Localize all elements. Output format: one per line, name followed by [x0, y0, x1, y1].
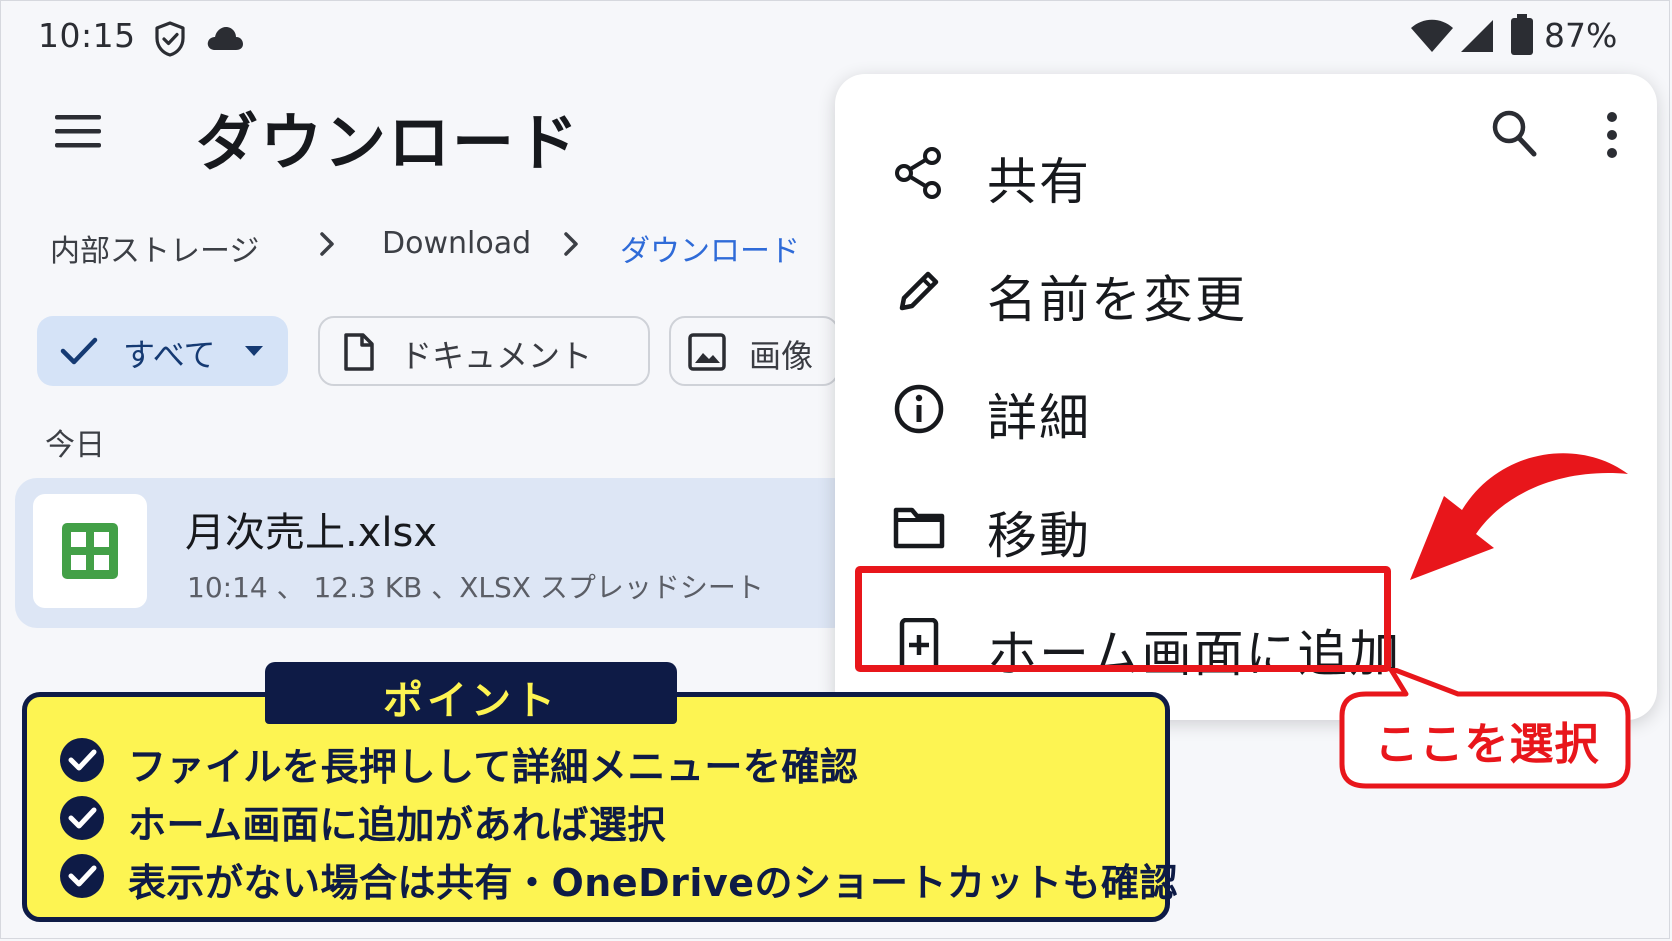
menu-item-details-label: 詳細: [987, 389, 1091, 447]
file-name: 月次売上.xlsx: [185, 510, 438, 556]
filter-chip-documents[interactable]: ドキュメント: [318, 316, 650, 386]
cloud-icon: [207, 27, 243, 50]
share-icon: [895, 147, 941, 199]
point-title: ポイント: [383, 678, 559, 724]
menu-item-rename[interactable]: 名前を変更: [835, 242, 1355, 338]
point-item-text: ホーム画面に追加があれば選択: [128, 803, 666, 847]
highlight-box: [855, 566, 1391, 672]
dropdown-arrow-icon: [245, 346, 263, 356]
check-icon: [60, 337, 98, 365]
pencil-icon: [899, 271, 939, 311]
menu-item-details[interactable]: 詳細: [835, 360, 1355, 456]
file-metadata: 10:14 、 12.3 KB 、XLSX スプレッドシート: [187, 571, 764, 604]
filter-chip-all-label: すべて: [123, 336, 216, 374]
point-item-text: ファイルを長押しして詳細メニューを確認: [128, 745, 859, 789]
check-circle-icon: [60, 738, 104, 782]
shield-check-icon: [155, 21, 185, 57]
breadcrumb-item-internal-storage[interactable]: 内部ストレージ: [50, 226, 259, 270]
battery-percentage: 87%: [1544, 16, 1618, 55]
chevron-right-icon: [564, 232, 578, 256]
filter-chip-images[interactable]: 画像: [669, 316, 839, 386]
wifi-icon: [1411, 19, 1453, 52]
filter-chip-all[interactable]: すべて: [37, 316, 288, 386]
spreadsheet-icon: [62, 523, 118, 579]
menu-item-rename-label: 名前を変更: [987, 271, 1247, 329]
menu-item-share[interactable]: 共有: [835, 124, 1355, 220]
image-icon: [688, 333, 726, 371]
check-circle-icon: [60, 796, 104, 840]
breadcrumb-item-current[interactable]: ダウンロード: [620, 226, 800, 270]
point-item-text: 表示がない場合は共有・OneDriveのショートカットも確認: [128, 861, 1178, 905]
battery-icon: [1511, 14, 1533, 55]
menu-item-share-label: 共有: [987, 153, 1091, 211]
document-icon: [344, 333, 374, 371]
callout-label: ここを選択: [1374, 719, 1600, 770]
filter-chip-documents-label: ドキュメント: [400, 337, 593, 375]
menu-item-move-label: 移動: [987, 507, 1091, 565]
more-options-icon[interactable]: [1604, 110, 1620, 160]
chevron-right-icon: [320, 232, 334, 256]
breadcrumb-item-download[interactable]: Download: [382, 226, 531, 261]
page-title: ダウンロード: [196, 106, 581, 179]
folder-icon: [893, 507, 945, 549]
filter-chip-images-label: 画像: [749, 337, 814, 375]
status-time: 10:15: [38, 16, 136, 55]
menu-item-move[interactable]: 移動: [835, 478, 1355, 574]
file-thumbnail: [33, 494, 147, 608]
search-icon[interactable]: [1490, 108, 1538, 158]
section-header-today: 今日: [45, 428, 105, 463]
curved-arrow-icon: [1410, 453, 1628, 580]
file-list-item[interactable]: 月次売上.xlsx 10:14 、 12.3 KB 、XLSX スプレッドシート: [15, 478, 855, 628]
check-circle-icon: [60, 854, 104, 898]
hamburger-menu-icon[interactable]: [55, 113, 101, 149]
signal-icon: [1461, 20, 1493, 52]
info-icon: [894, 384, 944, 434]
